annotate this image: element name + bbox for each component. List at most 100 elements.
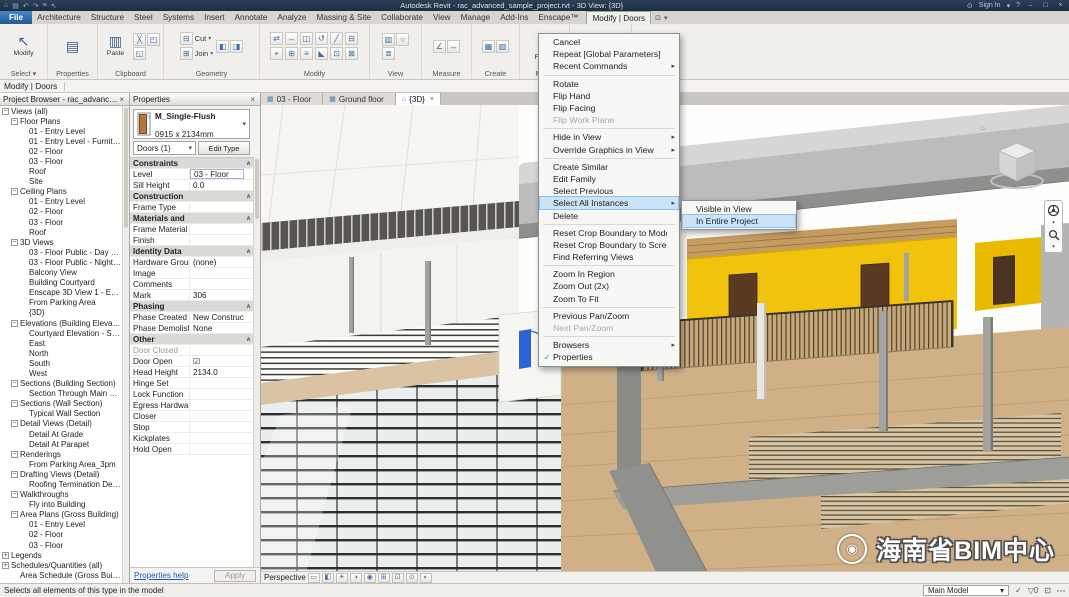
ribbon-display-icon[interactable]: ⊡ (655, 14, 661, 22)
tree-item[interactable]: Roof (0, 227, 122, 237)
shadows-icon[interactable]: ◑ (350, 573, 362, 583)
context-menu-item[interactable]: Hide in View ▸ (540, 131, 678, 143)
property-row[interactable]: Kickplates (130, 433, 253, 444)
tree-item[interactable]: − Detail Views (Detail) (0, 419, 122, 429)
maximize-button[interactable]: □ (1041, 2, 1050, 9)
property-row[interactable]: Egress Hardware (130, 400, 253, 411)
pin-icon[interactable]: ⊡ (330, 47, 343, 60)
tree-item[interactable]: Balcony View (0, 268, 122, 278)
tree-item[interactable]: − Views (all) (0, 106, 122, 116)
tree-item[interactable]: − Walkthroughs (0, 490, 122, 500)
tree-item[interactable]: 02 - Floor (0, 146, 122, 156)
property-row[interactable]: Hardware Group (none) (130, 257, 253, 268)
visibility-icon[interactable]: ○ (396, 33, 409, 46)
modify-icon[interactable]: ↖ (51, 2, 57, 10)
panel-label-select[interactable]: Select ▾ (0, 68, 47, 79)
expand-box-icon[interactable]: − (11, 320, 18, 327)
demolish-icon[interactable]: ◨ (230, 40, 243, 53)
scale-icon[interactable]: ◣ (315, 47, 328, 60)
property-row[interactable]: Level 03 - Floor (130, 169, 253, 180)
context-menu-item[interactable]: Recent Commands ▸ (540, 60, 678, 72)
context-menu-item[interactable]: Find Referring Views (540, 251, 678, 263)
ribbon-display-caret-icon[interactable]: ▾ (664, 14, 668, 22)
property-row[interactable]: Construction ∧ (130, 191, 253, 202)
cut-geometry-button[interactable]: ⊟ Cut ▾ (180, 32, 214, 45)
submenu-item[interactable]: In Entire Project (683, 215, 795, 227)
view-cube[interactable] (987, 131, 1047, 200)
tree-item[interactable]: Typical Wall Section (0, 409, 122, 419)
tree-item[interactable]: + Schedules/Quantities (all) (0, 560, 122, 570)
tree-item[interactable]: − 3D Views (0, 237, 122, 247)
property-row[interactable]: Other ∧ (130, 334, 253, 345)
context-menu-item[interactable]: Repeat [Global Parameters] (540, 48, 678, 60)
create-assembly-icon[interactable]: ▧ (496, 40, 509, 53)
tree-item[interactable]: − Sections (Building Section) (0, 379, 122, 389)
locked-orientation-icon[interactable]: ⊙ (406, 573, 418, 583)
context-menu-item[interactable]: Zoom In Region (540, 268, 678, 280)
context-menu-item[interactable]: Select All Instances ▸ (540, 197, 678, 209)
filter-icon[interactable]: ▽0 (1028, 586, 1039, 595)
property-row[interactable]: Hold Open (130, 444, 253, 455)
wheel-caret-icon[interactable]: ▾ (1052, 221, 1055, 225)
expand-box-icon[interactable]: + (2, 552, 9, 559)
context-menu-item[interactable]: ✓ Properties (540, 351, 678, 363)
tree-item[interactable]: Courtyard Elevation - South... (0, 328, 122, 338)
view-templates-icon[interactable]: ▥ (382, 33, 395, 46)
ribbon-tab[interactable]: Massing & Site (312, 11, 377, 24)
property-row[interactable]: Sill Height 0.0 (130, 180, 253, 191)
temporary-hide-isolate-icon[interactable]: ◐ (420, 573, 432, 583)
view-tab[interactable]: ▦ 03 - Floor (261, 93, 323, 105)
modify-button[interactable]: ↖ Modify (6, 34, 42, 57)
tree-item[interactable]: Section Through Main Stair (0, 389, 122, 399)
context-menu-item[interactable]: Flip Hand (540, 90, 678, 102)
paint-icon[interactable]: ◧ (216, 40, 229, 53)
tree-item[interactable]: Roofing Termination Detail (0, 479, 122, 489)
create-group-icon[interactable]: ▦ (482, 40, 495, 53)
tab-file[interactable]: File (0, 11, 32, 24)
tree-item[interactable]: From Parking Area_3pm (0, 459, 122, 469)
property-row[interactable]: Image (130, 268, 253, 279)
property-row[interactable]: Materials and Finishes ∧ (130, 213, 253, 224)
offset-icon[interactable]: ↔ (285, 32, 298, 45)
edit-type-button[interactable]: Edit Type (198, 141, 250, 155)
tree-item[interactable]: − Drafting Views (Detail) (0, 469, 122, 479)
tree-item[interactable]: 03 - Floor Public - Day Rend... (0, 247, 122, 257)
undo-icon[interactable]: ↶ (23, 2, 29, 10)
match-type-icon[interactable]: ◱ (133, 47, 146, 60)
paste-button[interactable]: ▥ Paste (101, 34, 130, 57)
tree-item[interactable]: Enscape 3D View 1 - End of C... (0, 288, 122, 298)
tree-item[interactable]: Detail At Grade (0, 429, 122, 439)
expand-box-icon[interactable]: − (11, 380, 18, 387)
tree-item[interactable]: 02 - Floor (0, 207, 122, 217)
property-row[interactable]: Finish (130, 235, 253, 246)
ribbon-tab[interactable]: Systems (158, 11, 199, 24)
tree-item[interactable]: 01 - Entry Level (0, 520, 122, 530)
property-row[interactable]: Head Height 2134.0 (130, 367, 253, 378)
align-icon[interactable]: ⇄ (270, 32, 283, 45)
rotate-icon[interactable]: ↺ (315, 32, 328, 45)
tree-item[interactable]: − Area Plans (Gross Building) (0, 510, 122, 520)
property-row[interactable]: Hinge Set (130, 378, 253, 389)
help-button[interactable]: ? (1016, 2, 1020, 9)
context-menu-item[interactable]: Previous Pan/Zoom (540, 310, 678, 322)
property-row[interactable]: Phase Created New Construction (130, 312, 253, 323)
view-scale-label[interactable]: Perspective (264, 573, 306, 582)
property-row[interactable]: Phasing ∧ (130, 301, 253, 312)
type-selector-caret-icon[interactable]: ▾ (242, 120, 246, 128)
property-row[interactable]: Stop (130, 422, 253, 433)
steering-wheel-icon[interactable] (1047, 204, 1060, 217)
close-panel-icon[interactable]: × (117, 95, 126, 104)
tree-item[interactable]: West (0, 368, 122, 378)
join-geometry-button[interactable]: ⊞ Join ▾ (180, 47, 214, 60)
tree-item[interactable]: 02 - Floor (0, 530, 122, 540)
context-menu-item[interactable]: Flip Facing (540, 102, 678, 114)
thin-lines-icon[interactable]: ≣ (382, 47, 395, 60)
tree-item[interactable]: 01 - Entry Level (0, 197, 122, 207)
property-row[interactable]: Frame Material (130, 224, 253, 235)
context-menu-item[interactable]: Delete (540, 209, 678, 221)
type-selector[interactable]: M_Single-Flush 0915 x 2134mm ▾ (133, 109, 250, 139)
properties-scrollbar[interactable] (253, 157, 260, 567)
ribbon-tab[interactable]: Collaborate (376, 11, 428, 24)
crop-view-icon[interactable]: ⊞ (378, 573, 390, 583)
context-menu-item[interactable]: Override Graphics in View ▸ (540, 144, 678, 156)
